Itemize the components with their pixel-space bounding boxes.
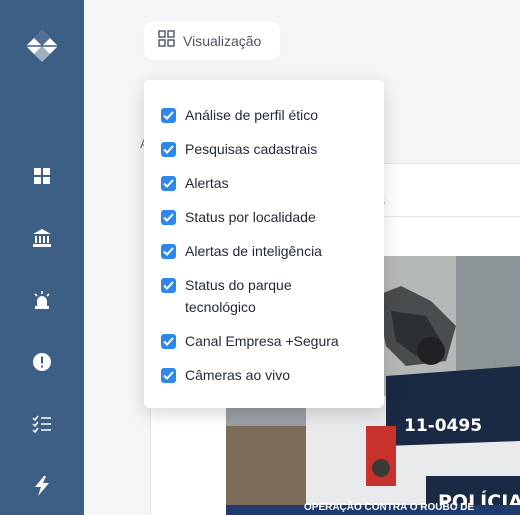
option-label: Canal Empresa +Segura — [185, 333, 339, 349]
vehicle-plate-text: 11-0495 — [404, 416, 482, 436]
checklist-icon[interactable] — [30, 412, 54, 436]
option-canal-empresa-segura[interactable]: Canal Empresa +Segura — [161, 333, 365, 352]
option-label: Status do parque tecnológico — [185, 277, 292, 315]
option-alertas[interactable]: Alertas — [161, 175, 365, 194]
visualization-label: Visualização — [183, 33, 262, 49]
checkbox-checked-icon[interactable] — [161, 244, 176, 259]
news-ticker: OPERAÇÃO CONTRA O ROUBO DE — [226, 502, 520, 515]
visualization-button[interactable]: Visualização — [144, 22, 280, 60]
option-label: Análise de perfil ético — [185, 107, 319, 123]
option-label: Alertas — [185, 175, 229, 191]
option-alertas-de-inteligencia[interactable]: Alertas de inteligência — [161, 243, 365, 262]
option-analise-perfil-etico[interactable]: Análise de perfil ético — [161, 107, 365, 126]
grid-view-icon — [158, 30, 175, 52]
alert-circle-icon[interactable] — [30, 350, 54, 374]
option-label: Status por localidade — [185, 209, 316, 225]
option-status-do-parque-tecnologico[interactable]: Status do parque tecnológico — [161, 277, 305, 318]
dashboard-grid-icon[interactable] — [30, 164, 54, 188]
checkbox-checked-icon[interactable] — [161, 108, 176, 123]
visualization-dropdown: Análise de perfil ético Pesquisas cadast… — [144, 80, 384, 408]
option-label: Pesquisas cadastrais — [185, 141, 318, 157]
checkbox-checked-icon[interactable] — [161, 334, 176, 349]
checkbox-checked-icon[interactable] — [161, 210, 176, 225]
option-label: Câmeras ao vivo — [185, 367, 291, 383]
alarm-light-icon[interactable] — [30, 288, 54, 312]
option-cameras-ao-vivo[interactable]: Câmeras ao vivo — [161, 367, 365, 386]
ticker-text: OPERAÇÃO CONTRA O ROUBO DE — [304, 502, 475, 513]
checkbox-checked-icon[interactable] — [161, 176, 176, 191]
checkbox-checked-icon[interactable] — [161, 278, 176, 293]
checkbox-checked-icon[interactable] — [161, 368, 176, 383]
bank-icon[interactable] — [30, 226, 54, 250]
checkbox-checked-icon[interactable] — [161, 142, 176, 157]
logo-icon[interactable] — [24, 28, 60, 64]
option-status-por-localidade[interactable]: Status por localidade — [161, 209, 365, 228]
option-pesquisas-cadastrais[interactable]: Pesquisas cadastrais — [161, 141, 365, 160]
option-label: Alertas de inteligência — [185, 243, 322, 259]
sidebar — [0, 0, 84, 515]
lightning-icon[interactable] — [30, 474, 54, 498]
